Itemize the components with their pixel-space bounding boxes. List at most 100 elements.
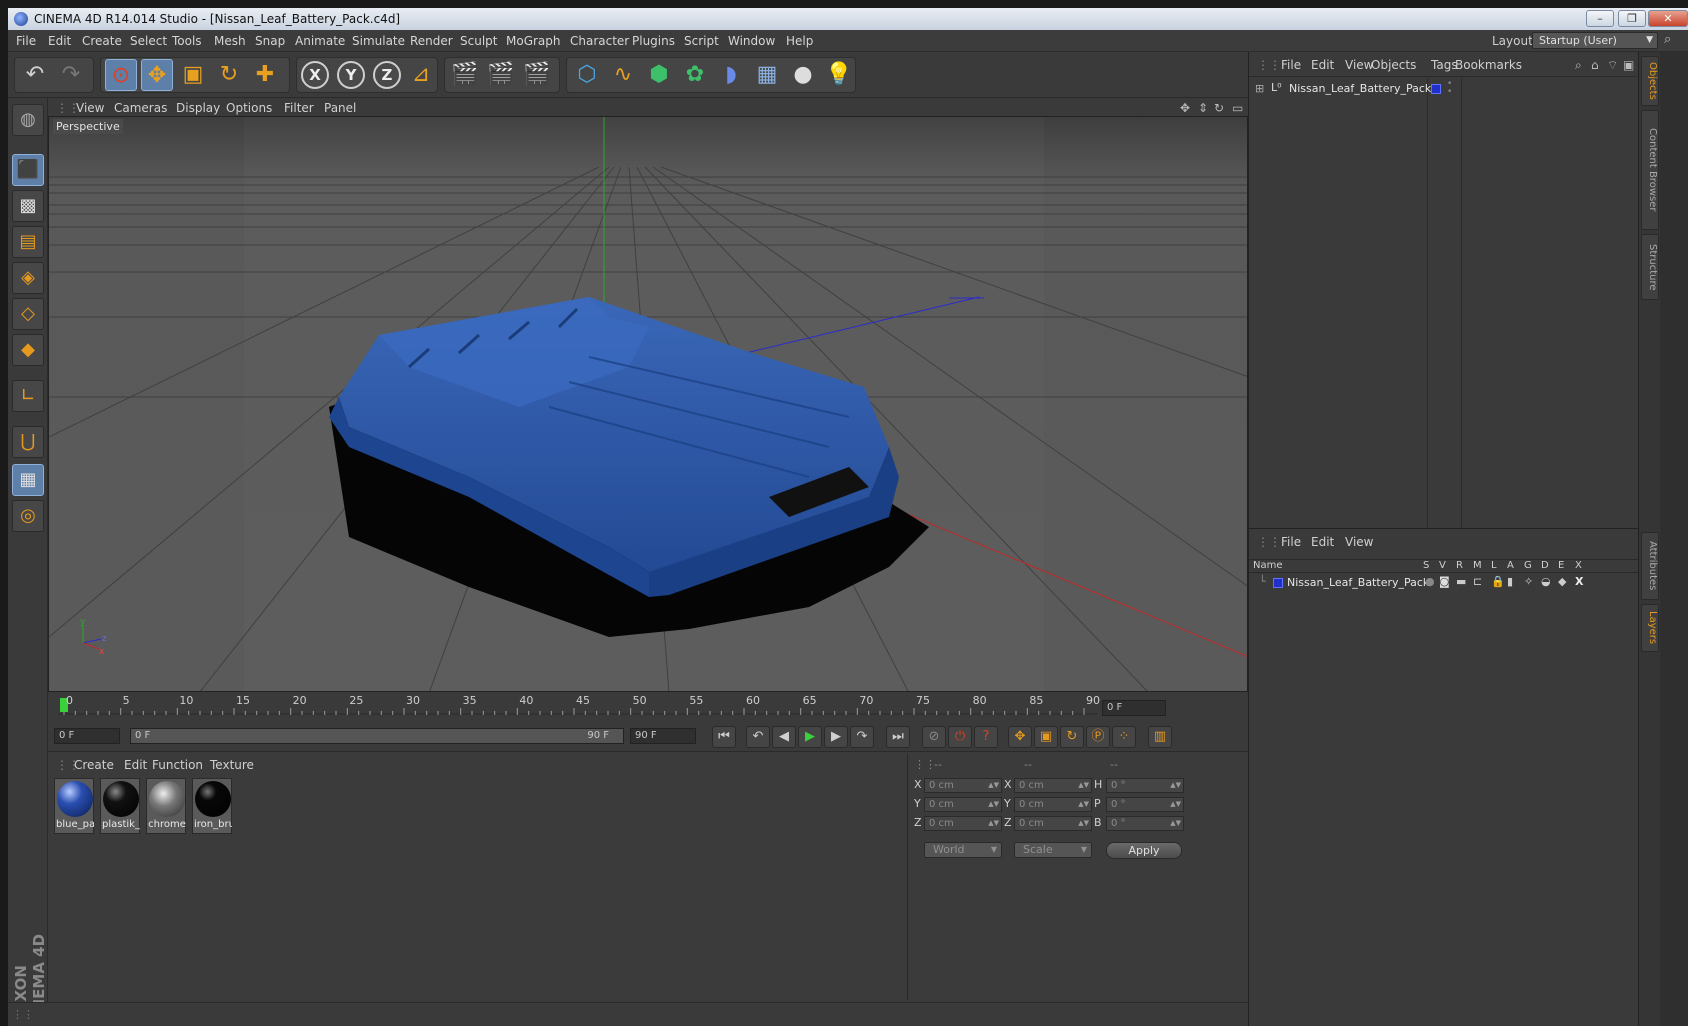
solo-toggle-icon[interactable]: ● (1425, 575, 1435, 588)
vp-menu-options[interactable]: Options (226, 101, 272, 115)
obj-menu-file[interactable]: File (1281, 58, 1301, 72)
mat-menu-texture[interactable]: Texture (210, 758, 254, 772)
vp-menu-view[interactable]: View (76, 101, 104, 115)
edges-mode-icon[interactable]: ◇ (12, 298, 44, 330)
generator-toggle-icon[interactable]: ✧ (1524, 575, 1533, 588)
soft-selection-icon[interactable]: ◎ (12, 500, 44, 532)
pan-view-icon[interactable]: ✥ (1180, 101, 1190, 115)
subdivision-icon[interactable]: ⬢ (643, 59, 675, 91)
minimize-button[interactable]: – (1586, 10, 1614, 27)
prev-frame-icon[interactable]: ◀ (772, 726, 796, 748)
rot-p-field[interactable]: 0 ° ▲▼ (1106, 797, 1184, 812)
layer-color-swatch[interactable] (1273, 578, 1283, 588)
menu-edit[interactable]: Edit (48, 34, 71, 48)
layer-row[interactable]: └ Nissan_Leaf_Battery_Pack ● ◙ ▬ ⊏ 🔒 ▮ ✧… (1249, 575, 1637, 591)
workplane-lock-icon[interactable]: ▦ (12, 464, 44, 496)
layout-select[interactable]: Startup (User) ▼ (1532, 32, 1658, 49)
prev-key-icon[interactable]: ↶ (746, 726, 770, 748)
menu-mograph[interactable]: MoGraph (506, 34, 561, 48)
x-axis-lock[interactable]: X (301, 61, 329, 89)
obj-menu-edit[interactable]: Edit (1311, 58, 1334, 72)
mat-menu-create[interactable]: Create (74, 758, 114, 772)
record-keys-icon[interactable]: ⊘ (922, 726, 946, 748)
timeline-ruler[interactable]: 0 5 10 15 20 25 30 35 40 45 50 55 60 65 70 75 80 85 90 0 F (48, 694, 1248, 722)
world-axis-icon[interactable]: ✚ (249, 59, 281, 91)
menu-mesh[interactable]: Mesh (214, 34, 246, 48)
obj-menu-view[interactable]: View (1345, 58, 1373, 72)
menu-simulate[interactable]: Simulate (352, 34, 405, 48)
size-x-field[interactable]: 0 cm ▲▼ (1014, 778, 1092, 793)
new-window-icon[interactable]: ▣ (1623, 58, 1634, 72)
layer-menu-edit[interactable]: Edit (1311, 535, 1334, 549)
obj-menu-objects[interactable]: Objects (1371, 58, 1416, 72)
end-frame-field[interactable]: 90 F (630, 728, 696, 744)
spinner-icon[interactable]: ▲▼ (1170, 817, 1181, 830)
scale-tool-icon[interactable]: ▣ (177, 59, 209, 91)
cloner-icon[interactable]: ✿ (679, 59, 711, 91)
obj-menu-tags[interactable]: Tags (1431, 58, 1458, 72)
collapse-icon[interactable]: ⌔ (1607, 58, 1618, 73)
mat-menu-edit[interactable]: Edit (124, 758, 147, 772)
key-pla-icon[interactable]: ⁘ (1112, 726, 1136, 748)
render-region-icon[interactable]: 🎬 (485, 59, 517, 91)
undo-icon[interactable]: ↶ (19, 59, 51, 91)
play-icon[interactable]: ▶ (798, 726, 822, 748)
rot-h-field[interactable]: 0 ° ▲▼ (1106, 778, 1184, 793)
menu-create[interactable]: Create (82, 34, 122, 48)
menu-help[interactable]: Help (786, 34, 813, 48)
menu-file[interactable]: File (16, 34, 36, 48)
coordinate-system-icon[interactable]: ⊿ (405, 59, 437, 91)
xref-toggle-icon[interactable]: X (1575, 575, 1583, 588)
space-dropdown[interactable]: World ▼ (924, 842, 1002, 858)
search-icon[interactable]: ⌕ (1664, 32, 1671, 47)
rot-b-field[interactable]: 0 ° ▲▼ (1106, 816, 1184, 831)
menu-sculpt[interactable]: Sculpt (460, 34, 497, 48)
timeline-window-icon[interactable]: ▥ (1148, 726, 1172, 748)
cube-icon[interactable]: ⬡ (571, 59, 603, 91)
menu-render[interactable]: Render (410, 34, 453, 48)
deformer-toggle-icon[interactable]: ◒ (1541, 575, 1551, 588)
render-toggle-icon[interactable]: ▬ (1456, 575, 1466, 588)
vp-menu-filter[interactable]: Filter (284, 101, 314, 115)
close-button[interactable]: ✕ (1648, 10, 1688, 27)
deformer-icon[interactable]: ◗ (715, 59, 747, 91)
goto-end-icon[interactable]: ⏭ (886, 726, 910, 748)
key-rotation-icon[interactable]: ↻ (1060, 726, 1084, 748)
z-axis-lock[interactable]: Z (373, 61, 401, 89)
maximize-view-icon[interactable]: ▭ (1232, 101, 1243, 115)
autokey-icon[interactable]: ⏻ (948, 726, 972, 748)
texture-mode-icon[interactable]: ▩ (12, 190, 44, 222)
home-icon[interactable]: ⌂ (1591, 58, 1599, 72)
mat-menu-function[interactable]: Function (152, 758, 203, 772)
perspective-viewport[interactable]: y z x Perspective (48, 116, 1248, 692)
size-y-field[interactable]: 0 cm ▲▼ (1014, 797, 1092, 812)
floor-icon[interactable]: ▦ (751, 59, 783, 91)
view-toggle-icon[interactable]: ◙ (1439, 575, 1450, 588)
snap-magnet-icon[interactable]: ⋃ (12, 426, 44, 458)
light-icon[interactable]: 💡 (823, 59, 855, 91)
spinner-icon[interactable]: ▲▼ (1078, 798, 1089, 811)
expression-toggle-icon[interactable]: ◆ (1558, 575, 1566, 588)
mode-dropdown[interactable]: Scale ▼ (1014, 842, 1092, 858)
expand-icon[interactable]: ⊞ (1255, 82, 1264, 95)
layer-menu-file[interactable]: File (1281, 535, 1301, 549)
camera-icon[interactable]: ● (787, 59, 819, 91)
menu-script[interactable]: Script (684, 34, 719, 48)
spinner-icon[interactable]: ▲▼ (1078, 817, 1089, 830)
tab-content-browser[interactable]: Content Browser (1641, 110, 1659, 230)
animation-toggle-icon[interactable]: ▮ (1507, 575, 1513, 588)
material-swatch[interactable]: plastik_ (100, 778, 140, 834)
current-frame-field[interactable]: 0 F (1102, 700, 1166, 716)
spinner-icon[interactable]: ▲▼ (988, 817, 999, 830)
layer-color-swatch[interactable] (1431, 84, 1441, 94)
layer-menu-view[interactable]: View (1345, 535, 1373, 549)
tab-layers[interactable]: Layers (1641, 604, 1659, 652)
menu-snap[interactable]: Snap (255, 34, 285, 48)
apply-button[interactable]: Apply (1106, 842, 1182, 859)
lock-toggle-icon[interactable]: 🔒 (1491, 575, 1505, 588)
next-key-icon[interactable]: ↷ (850, 726, 874, 748)
move-tool-icon[interactable]: ✥ (141, 59, 173, 91)
spinner-icon[interactable]: ▲▼ (988, 798, 999, 811)
spinner-icon[interactable]: ▲▼ (1170, 779, 1181, 792)
vp-menu-cameras[interactable]: Cameras (114, 101, 167, 115)
